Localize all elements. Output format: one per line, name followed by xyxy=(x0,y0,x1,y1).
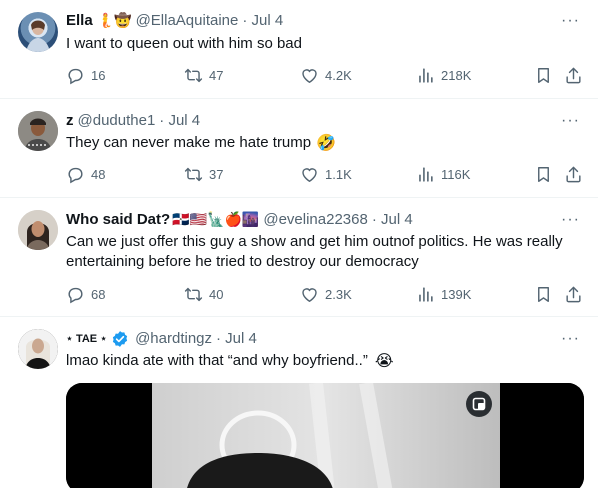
reply-button[interactable]: 48 xyxy=(66,165,105,184)
more-icon[interactable]: ··· xyxy=(561,212,580,228)
more-icon[interactable]: ··· xyxy=(561,113,580,129)
tweet-ella[interactable]: Ella 🧜🤠 @EllaAquitaine · Jul 4 ··· I wan… xyxy=(0,0,598,99)
like-button[interactable]: 2.3K xyxy=(300,285,352,304)
timestamp[interactable]: · Jul 4 xyxy=(372,210,413,230)
like-count: 4.2K xyxy=(325,68,352,83)
reply-button[interactable]: 16 xyxy=(66,66,105,85)
display-name[interactable]: z xyxy=(66,111,74,131)
like-icon xyxy=(300,66,319,85)
views-icon xyxy=(416,285,435,304)
avatar[interactable] xyxy=(18,12,58,52)
tweet-text: Can we just offer this guy a show and ge… xyxy=(66,233,563,270)
handle[interactable]: @hardtingz xyxy=(135,329,212,349)
retweet-button[interactable]: 37 xyxy=(184,165,223,184)
tweet-text: They can never make me hate trump xyxy=(66,134,312,151)
views-button[interactable]: 218K xyxy=(416,66,471,85)
avatar[interactable] xyxy=(18,210,58,250)
timestamp[interactable]: · Jul 4 xyxy=(216,329,257,349)
reply-count: 16 xyxy=(91,68,106,83)
reply-icon xyxy=(66,285,85,304)
bookmark-icon xyxy=(534,285,553,304)
reply-icon xyxy=(66,165,85,184)
display-name[interactable]: ⋆ TAE ⋆ xyxy=(66,329,107,349)
display-name[interactable]: Ella xyxy=(66,11,93,31)
reply-icon xyxy=(66,66,85,85)
retweet-icon xyxy=(184,165,203,184)
views-count: 139K xyxy=(441,287,472,302)
like-button[interactable]: 1.1K xyxy=(300,165,352,184)
share-icon xyxy=(564,285,583,304)
bookmark-icon xyxy=(534,165,553,184)
handle[interactable]: @EllaAquitaine xyxy=(136,11,239,31)
more-icon[interactable]: ··· xyxy=(561,13,580,29)
views-icon xyxy=(416,165,435,184)
share-icon xyxy=(564,165,583,184)
name-emoji: 🧜🤠 xyxy=(96,13,132,29)
handle[interactable]: @evelina22368 xyxy=(263,210,367,230)
retweet-count: 37 xyxy=(209,167,224,182)
bookmark-icon xyxy=(534,66,553,85)
like-count: 1.1K xyxy=(325,167,352,182)
avatar[interactable] xyxy=(18,329,58,369)
tweet-who-said-dat[interactable]: Who said Dat? 🇩🇴🇺🇸🗽🍎🌆 @evelina22368 · Ju… xyxy=(0,198,598,317)
like-icon xyxy=(300,165,319,184)
views-button[interactable]: 116K xyxy=(416,165,470,184)
tweet-z[interactable]: z @duduthe1 · Jul 4 ··· They can never m… xyxy=(0,99,598,198)
timestamp[interactable]: · Jul 4 xyxy=(159,111,200,131)
expand-media-icon[interactable] xyxy=(466,391,492,417)
verified-badge-icon xyxy=(112,331,128,347)
text-emoji: 😭 xyxy=(374,351,394,370)
share-button[interactable] xyxy=(564,165,583,184)
display-name[interactable]: Who said Dat? xyxy=(66,210,170,230)
share-icon xyxy=(564,66,583,85)
retweet-count: 47 xyxy=(209,68,224,83)
timestamp[interactable]: · Jul 4 xyxy=(242,11,283,31)
video-frame xyxy=(66,383,584,488)
retweet-button[interactable]: 40 xyxy=(184,285,223,304)
bookmark-button[interactable] xyxy=(534,165,553,184)
retweet-icon xyxy=(184,285,203,304)
name-emoji: 🇩🇴🇺🇸🗽🍎🌆 xyxy=(172,212,260,228)
bookmark-button[interactable] xyxy=(534,285,553,304)
reply-count: 48 xyxy=(91,167,106,182)
like-button[interactable]: 4.2K xyxy=(300,66,352,85)
reply-button[interactable]: 68 xyxy=(66,285,105,304)
views-count: 116K xyxy=(441,167,471,182)
handle[interactable]: @duduthe1 xyxy=(78,111,156,131)
share-button[interactable] xyxy=(564,285,583,304)
text-emoji: 🤣 xyxy=(316,133,337,152)
share-button[interactable] xyxy=(564,66,583,85)
more-icon[interactable]: ··· xyxy=(561,331,580,347)
retweet-count: 40 xyxy=(209,287,224,302)
tweet-media-video[interactable] xyxy=(66,383,584,488)
reply-count: 68 xyxy=(91,287,106,302)
views-count: 218K xyxy=(441,68,472,83)
bookmark-button[interactable] xyxy=(534,66,553,85)
views-button[interactable]: 139K xyxy=(416,285,471,304)
like-count: 2.3K xyxy=(325,287,352,302)
tweet-text: I want to queen out with him so bad xyxy=(66,35,302,52)
retweet-button[interactable]: 47 xyxy=(184,66,223,85)
avatar[interactable] xyxy=(18,111,58,151)
views-icon xyxy=(416,66,435,85)
like-icon xyxy=(300,285,319,304)
tweet-text: lmao kinda ate with that “and why boyfri… xyxy=(66,352,368,369)
retweet-icon xyxy=(184,66,203,85)
